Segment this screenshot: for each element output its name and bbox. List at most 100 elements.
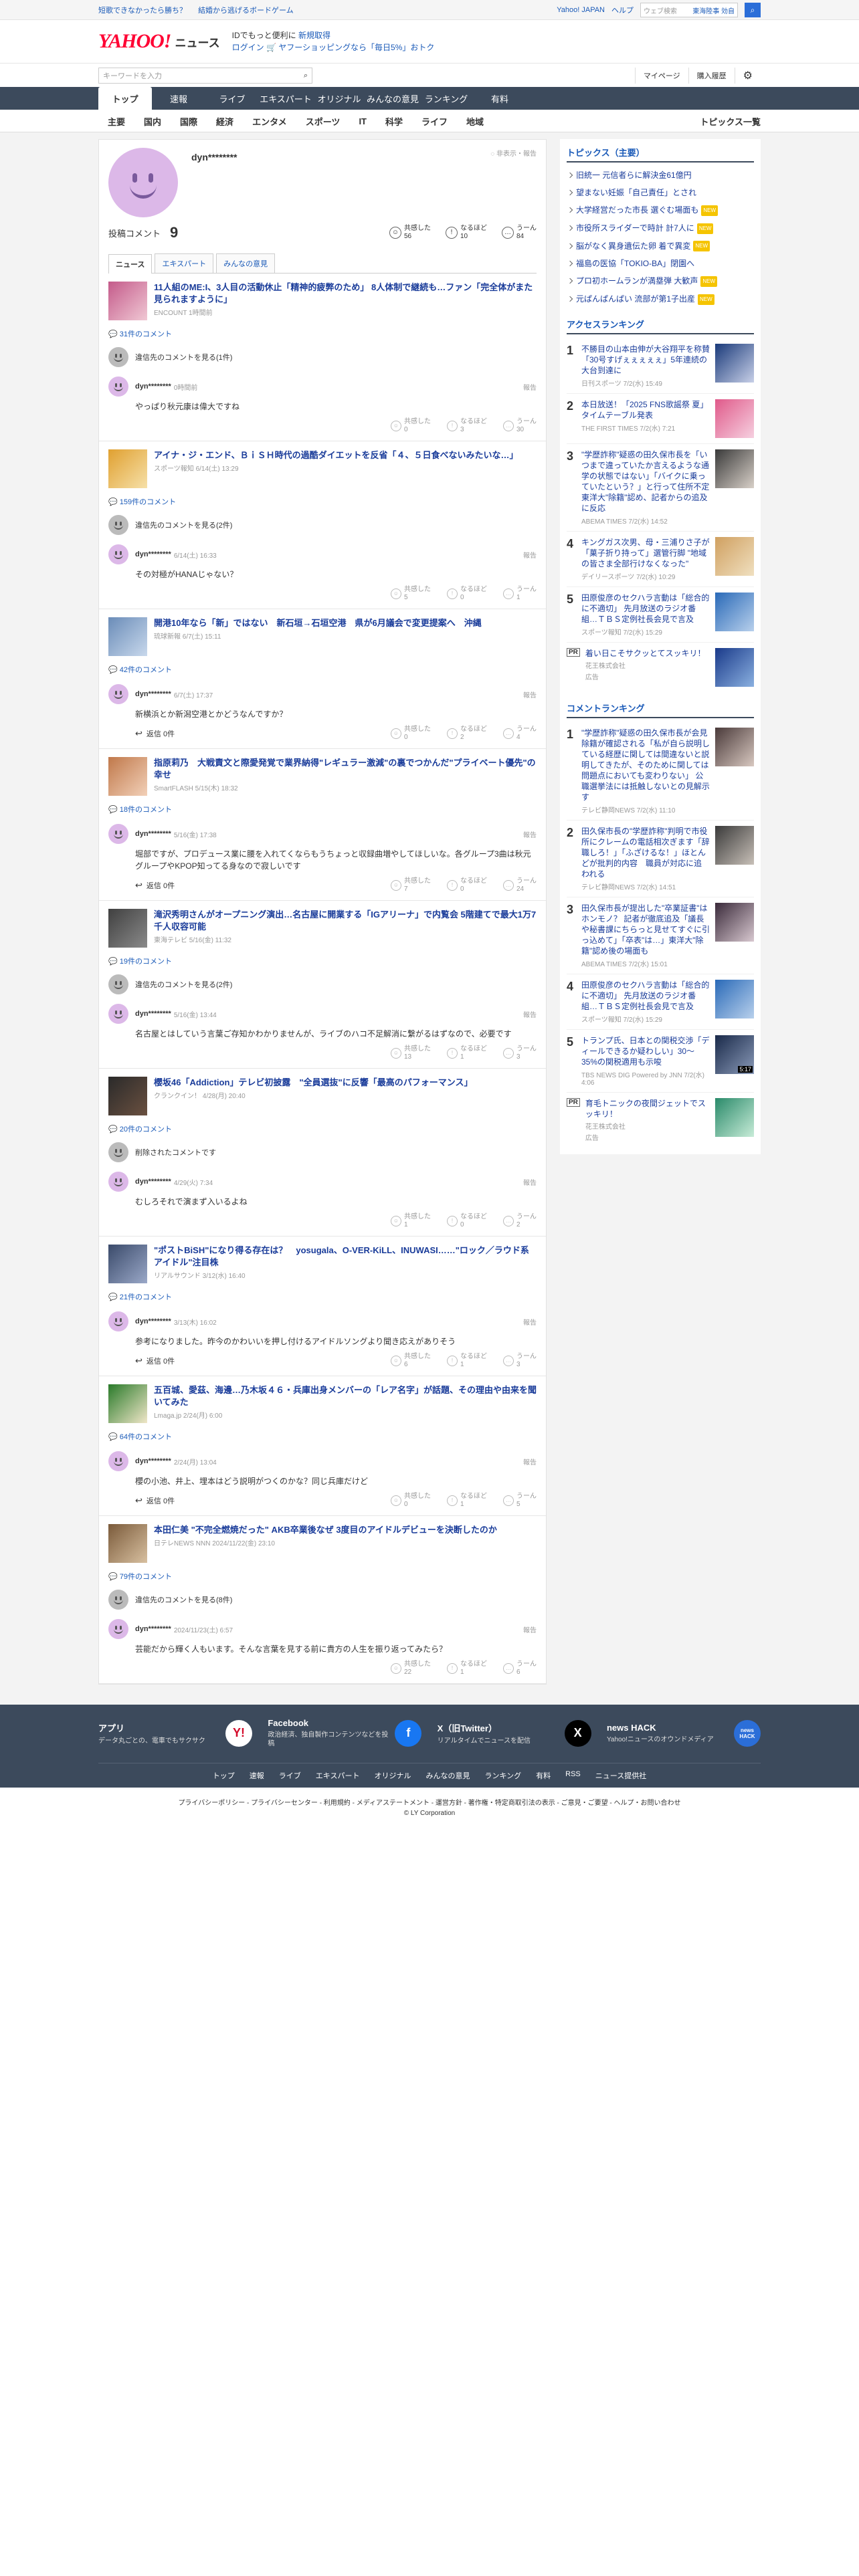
footer-link[interactable]: 速報 — [250, 1770, 264, 1781]
comment-count-link[interactable]: 💬 64件のコメント — [108, 1431, 537, 1442]
insight-button[interactable]: ! なるほど 0 — [447, 877, 487, 893]
web-search-box[interactable]: ウェブ検索 東海陸事 効自 — [640, 3, 738, 17]
hide-report-link[interactable]: ◌ 非表示・報告 — [490, 148, 537, 158]
ranking-title[interactable]: 田久保市長が提出した"卒業証書"はホンモノ？ 記者が徹底追及「議長や秘書課にちら… — [581, 903, 710, 956]
footer-promo[interactable]: Facebook 政治経済、独自製作コンテンツなどを投稿 f — [268, 1718, 422, 1748]
category-domestic[interactable]: 国内 — [134, 115, 171, 128]
mypage-button[interactable]: マイページ — [634, 68, 688, 84]
hmm-button[interactable]: … うーん 1 — [503, 586, 537, 602]
report-link[interactable]: 報告 — [523, 1009, 537, 1019]
empathy-button[interactable]: ☺ 共感した 0 — [391, 726, 431, 742]
tab-opinions[interactable]: みんなの意見 — [216, 253, 276, 273]
signup-link[interactable]: 新規取得 — [298, 31, 330, 40]
report-link[interactable]: 報告 — [523, 1457, 537, 1467]
comment-count-link[interactable]: 💬 18件のコメント — [108, 804, 537, 815]
empathy-button[interactable]: ☺ 共感した 6 — [391, 1353, 431, 1369]
article-title[interactable]: 開港10年なら「新」ではない 新石垣→石垣空港 県が6月議会で変更提案へ 沖縄 — [154, 617, 482, 629]
ranking-item[interactable]: 3 田久保市長が提出した"卒業証書"はホンモノ？ 記者が徹底追及「議長や秘書課にち… — [567, 897, 754, 975]
ranking-title[interactable]: トランプ氏、日本との関税交渉「ディールできるか疑わしい」30～35%の関税適用も… — [581, 1035, 710, 1067]
article-link[interactable]: 開港10年なら「新」ではない 新石垣→石垣空港 県が6月議会で変更提案へ 沖縄琉… — [108, 617, 537, 656]
reply-button[interactable]: ↩ 返信 0件 — [135, 880, 175, 891]
category-entertainment[interactable]: エンタメ — [243, 115, 296, 128]
ranking-item[interactable]: 2 本日放送！「2025 FNS歌謡祭 夏」タイムテーブル発表 THE FIRST … — [567, 394, 754, 445]
topic-link[interactable]: 市役所スライダーで時計 計7人に NEW — [567, 219, 754, 237]
comment-count-link[interactable]: 💬 19件のコメント — [108, 956, 537, 966]
parent-comment-row[interactable]: 違信先のコメントを見る(8件) — [108, 1590, 537, 1610]
article-title[interactable]: "ポストBiSH"になり得る存在は？ yosugala、O-VER-KiLL、I… — [154, 1245, 537, 1269]
purchase-history-button[interactable]: 購入履歴 — [688, 68, 735, 84]
nav-tab-live[interactable]: ライブ — [205, 87, 259, 110]
footer-link[interactable]: ニュース提供社 — [595, 1770, 646, 1781]
parent-comment-row[interactable]: 削除されたコメントです — [108, 1142, 537, 1162]
ranking-title[interactable]: 田原俊彦のセクハラ言動は「総合的に不適切」 先月放送のラジオ番組…ＴＢＳ定例社長… — [581, 593, 710, 625]
insight-button[interactable]: ! なるほど 2 — [447, 726, 487, 742]
comment-count-link[interactable]: 💬 20件のコメント — [108, 1123, 537, 1134]
article-link[interactable]: アイナ・ジ・エンド、ＢｉＳＨ時代の過酷ダイエットを反省「４、５日食べないみたいな… — [108, 449, 537, 488]
shopping-promo-link[interactable]: ヤフーショッピングなら「毎日5%」おトク — [278, 43, 434, 52]
insight-button[interactable]: ! なるほど 0 — [447, 1213, 487, 1229]
ranking-item[interactable]: 1 不勝目の山本由伸が大谷翔平を称賛「30号すげぇぇぇぇぇ」5年連続の大台到達に日… — [567, 338, 754, 395]
empathy-button[interactable]: ☺ 共感した 0 — [391, 1493, 431, 1509]
web-search-button[interactable]: ⌕ — [745, 3, 761, 17]
hmm-button[interactable]: … うーん 3 — [503, 1045, 537, 1061]
legal-links[interactable]: プライバシーポリシー - プライバシーセンター - 利用規約 - メディアステー… — [0, 1797, 859, 1807]
topic-link[interactable]: 旧統一 元信者らに解決金61億円 — [567, 167, 754, 184]
hmm-button[interactable]: … うーん 6 — [503, 1660, 537, 1677]
tab-news[interactable]: ニュース — [108, 254, 153, 274]
insight-button[interactable]: ! なるほど 1 — [447, 1353, 487, 1369]
article-title[interactable]: 本田仁美 "不完全燃焼だった" AKB卒業後なぜ 3度目のアイドルデビューを決断… — [154, 1524, 497, 1536]
parent-comment-link[interactable]: 違信先のコメントを見る(1件) — [135, 352, 232, 362]
insight-button[interactable]: ! なるほど 1 — [447, 1660, 487, 1677]
article-link[interactable]: 櫻坂46「Addiction」テレビ初披露 "全員選抜"に反響「最高のパフォーマ… — [108, 1077, 537, 1115]
nav-tab-top[interactable]: トップ — [98, 87, 152, 110]
comment-count-link[interactable]: 💬 79件のコメント — [108, 1571, 537, 1582]
reply-button[interactable]: ↩ 返信 0件 — [135, 728, 175, 739]
nav-tab-original[interactable]: オリジナル — [312, 87, 366, 110]
web-search-input[interactable]: ウェブ検索 — [644, 5, 677, 15]
ranking-item[interactable]: 4 キングガス次男、母・三浦りさ子が「菓子折り持って」選管行脚 "地域の皆さま全部… — [567, 532, 754, 588]
insight-button[interactable]: ! なるほど 0 — [447, 586, 487, 602]
tab-expert[interactable]: エキスパート — [155, 253, 214, 273]
insight-button[interactable]: ! なるほど 1 — [447, 1493, 487, 1509]
footer-link[interactable]: エキスパート — [316, 1770, 360, 1781]
ranking-item[interactable]: 1 "学歴詐称"疑惑の田久保市長が会見 除籍が確認される「私が自ら説明している経歴… — [567, 722, 754, 821]
footer-link[interactable]: オリジナル — [374, 1770, 411, 1781]
category-life[interactable]: ライフ — [412, 115, 457, 128]
empathy-button[interactable]: ☺ 共感した 22 — [391, 1660, 431, 1677]
category-sports[interactable]: スポーツ — [296, 115, 350, 128]
article-title[interactable]: 滝沢秀明さんがオープニング演出…名古屋に開業する「IGアリーナ」で内覧会 5階建… — [154, 909, 537, 933]
ranking-item[interactable]: 2 田久保市長の"学歴詐称"判明で市役所にクレームの電話相次ぎます「辞職しろ！」「… — [567, 821, 754, 898]
report-link[interactable]: 報告 — [523, 550, 537, 560]
article-link[interactable]: 11人組のME:I、3人目の活動休止「精神的疲弊のため」 8人体制で継続も…ファ… — [108, 282, 537, 320]
parent-comment-link[interactable]: 違信先のコメントを見る(8件) — [135, 1594, 232, 1605]
report-link[interactable]: 報告 — [523, 829, 537, 839]
ranking-title[interactable]: "学歴詐称"疑惑の田久保市長を「いつまで違っていたか言えるような通学の状態ではな… — [581, 449, 710, 514]
insight-button[interactable]: ! なるほど 1 — [447, 1045, 487, 1061]
ranking-title[interactable]: 田原俊彦のセクハラ言動は「総合的に不適切」 先月放送のラジオ番組…ＴＢＳ定例社長… — [581, 980, 710, 1012]
ranking-title[interactable]: キングガス次男、母・三浦りさ子が「菓子折り持って」選管行脚 "地域の皆さま全部行… — [581, 537, 710, 569]
topic-link[interactable]: 大学経営だった市長 選ぐむ場面も NEW — [567, 201, 754, 219]
reply-button[interactable]: ↩ 返信 0件 — [135, 1356, 175, 1366]
nav-tab-opinions[interactable]: みんなの意見 — [366, 87, 419, 110]
empathy-button[interactable]: ☺ 共感した 1 — [391, 1213, 431, 1229]
empathy-button[interactable]: ☺ 共感した 0 — [391, 418, 431, 434]
footer-link[interactable]: ランキング — [484, 1770, 521, 1781]
article-title[interactable]: 五百城、愛茲、海邊…乃木坂４６・兵庫出身メンバーの「レア名字」が話題、その理由や… — [154, 1384, 537, 1408]
article-title[interactable]: 指原莉乃 大戦責文と際愛発覚で業界納得"レギュラー激減"の裏でつかんだ"プライベ… — [154, 757, 537, 781]
article-link[interactable]: "ポストBiSH"になり得る存在は？ yosugala、O-VER-KiLL、I… — [108, 1245, 537, 1283]
parent-comment-row[interactable]: 違信先のコメントを見る(1件) — [108, 347, 537, 367]
nav-tab-expert[interactable]: エキスパート — [259, 87, 312, 110]
search-icon[interactable]: ⌕ — [304, 72, 308, 80]
footer-link[interactable]: みんなの意見 — [425, 1770, 470, 1781]
article-title[interactable]: 櫻坂46「Addiction」テレビ初披露 "全員選抜"に反響「最高のパフォーマ… — [154, 1077, 472, 1089]
footer-link[interactable]: ライブ — [279, 1770, 301, 1781]
report-link[interactable]: 報告 — [523, 689, 537, 700]
keyword-input[interactable]: キーワードを入力 — [103, 70, 162, 81]
login-link[interactable]: ログイン — [232, 43, 264, 52]
ranking-item[interactable]: 5 トランプ氏、日本との関税交渉「ディールできるか疑わしい」30～35%の関税適用… — [567, 1030, 754, 1093]
yahoo-japan-link[interactable]: Yahoo! JAPAN — [557, 6, 605, 14]
empathy-button[interactable]: ☺ 共感した 13 — [391, 1045, 431, 1061]
comment-count-link[interactable]: 💬 42件のコメント — [108, 664, 537, 675]
ranking-item[interactable]: 3 "学歴詐称"疑惑の田久保市長を「いつまで違っていたか言えるような通学の状態では… — [567, 444, 754, 532]
parent-comment-row[interactable]: 違信先のコメントを見る(2件) — [108, 515, 537, 535]
